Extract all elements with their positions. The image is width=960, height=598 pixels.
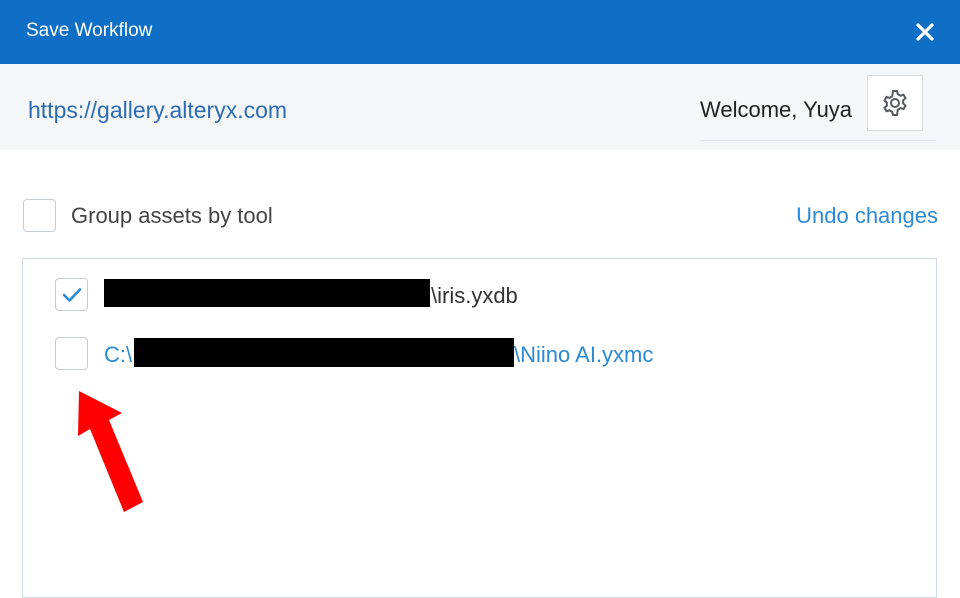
close-button[interactable]: [902, 10, 948, 54]
undo-changes-link[interactable]: Undo changes: [796, 203, 938, 229]
server-url[interactable]: https://gallery.alteryx.com: [28, 97, 287, 124]
gear-icon: [883, 90, 907, 116]
asset-checkbox-1[interactable]: [55, 278, 88, 311]
close-icon: [916, 23, 934, 41]
group-assets-label: Group assets by tool: [71, 203, 273, 228]
red-arrow-icon: [78, 391, 143, 512]
asset-checkbox-2[interactable]: [55, 337, 88, 370]
checkmark-icon: [62, 287, 81, 302]
group-assets-checkbox[interactable]: [23, 199, 56, 232]
dialog-title: Save Workflow: [26, 20, 153, 41]
asset-path-2[interactable]: \Niino AI.yxmc: [514, 342, 653, 368]
settings-button[interactable]: [867, 75, 923, 131]
redaction-block: [104, 279, 430, 307]
server-bar: https://gallery.alteryx.com Welcome, Yuy…: [0, 64, 960, 150]
welcome-underline: [700, 140, 936, 141]
welcome-text: Welcome, Yuya: [700, 97, 853, 122]
dialog-titlebar: Save Workflow: [0, 0, 960, 64]
asset-path-2-prefix[interactable]: C:\: [104, 342, 132, 368]
redaction-block: [134, 338, 514, 367]
asset-path-1: \iris.yxdb: [431, 283, 518, 308]
